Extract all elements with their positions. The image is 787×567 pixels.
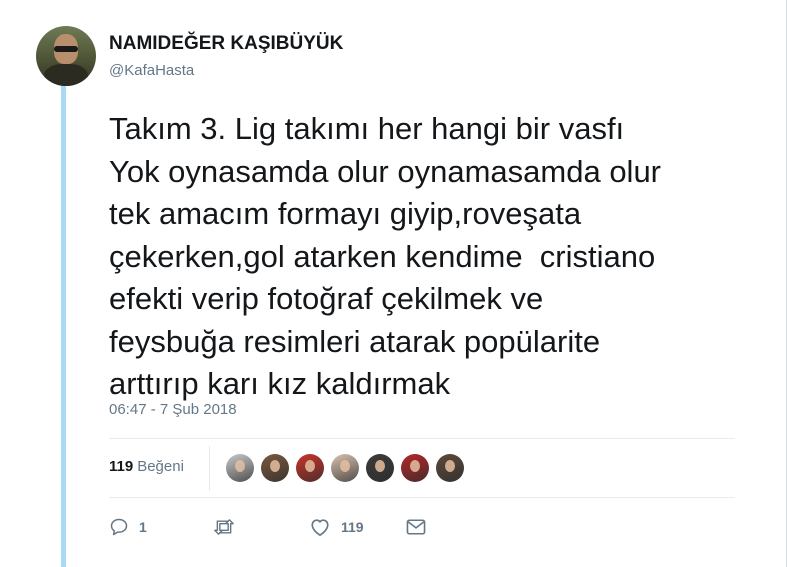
retweet-icon	[214, 519, 234, 535]
liker-avatar-3[interactable]	[296, 454, 324, 482]
liker-avatar-1[interactable]	[226, 454, 254, 482]
author-display-name[interactable]: NAMIDEĞER KAŞIBÜYÜK	[109, 33, 343, 55]
tweet-text-line: arttırıp karı kız kaldırmak	[109, 366, 451, 401]
heart-icon	[311, 519, 329, 536]
divider	[109, 438, 735, 439]
tweet-text-line: feysbuğa resimleri atarak popülarite	[109, 323, 601, 359]
liker-avatars	[226, 454, 464, 482]
like-count: 119	[341, 519, 364, 535]
avatar[interactable]	[36, 26, 96, 86]
tweet-actions: 1 119	[109, 513, 427, 541]
tweet-text-line: efekti verip fotoğraf çekilmek ve	[109, 281, 544, 316]
tweet-text-line: çekerken,gol atarken kendime cristiano	[109, 238, 656, 274]
author-handle[interactable]: @KafaHasta	[109, 62, 194, 79]
message-icon	[406, 519, 426, 535]
reply-count: 1	[139, 519, 147, 535]
reply-button[interactable]: 1	[109, 517, 212, 537]
direct-message-button[interactable]	[405, 518, 427, 536]
tweet-text-line: Takım 3. Lig takımı her hangi bir vasfı	[109, 111, 625, 146]
stats-separator	[209, 446, 210, 491]
liker-avatar-5[interactable]	[366, 454, 394, 482]
tweet-text: Takım 3. Lig takımı her hangi bir vasfı …	[109, 108, 749, 406]
retweet-button[interactable]	[212, 517, 309, 537]
liker-avatar-6[interactable]	[401, 454, 429, 482]
likes-stat[interactable]: 119 Beğeni	[109, 458, 184, 475]
likes-count: 119	[109, 458, 134, 475]
liker-avatar-2[interactable]	[261, 454, 289, 482]
tweet-text-line: Yok oynasamda olur oynamasamda olur	[109, 153, 662, 189]
divider	[109, 497, 735, 498]
liker-avatar-4[interactable]	[331, 454, 359, 482]
tweet-timestamp[interactable]: 06:47 - 7 Şub 2018	[109, 401, 237, 418]
tweet-text-line: tek amacım formayı giyip,roveşata	[109, 196, 582, 231]
thread-line	[61, 84, 66, 567]
reply-icon	[110, 518, 128, 536]
likes-label: Beğeni	[137, 458, 184, 475]
like-button[interactable]: 119	[309, 517, 405, 537]
liker-avatar-7[interactable]	[436, 454, 464, 482]
